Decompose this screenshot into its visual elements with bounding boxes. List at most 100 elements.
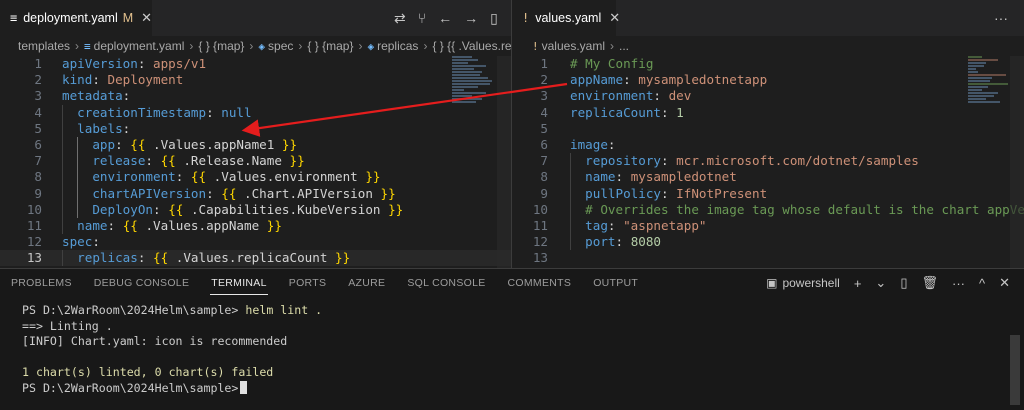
breadcrumb-item[interactable]: { } {map} bbox=[307, 39, 353, 53]
breadcrumb-item[interactable]: spec bbox=[268, 39, 293, 53]
code-line: 9 pullPolicy: IfNotPresent bbox=[540, 185, 768, 202]
code-line: 4 replicaCount: 1 bbox=[540, 104, 684, 120]
go-forward-icon[interactable]: → bbox=[464, 10, 478, 26]
code-line: 12 spec: bbox=[26, 234, 100, 250]
breadcrumb-item[interactable]: replicas bbox=[377, 39, 418, 53]
chevron-right-icon: › bbox=[189, 39, 194, 53]
go-back-icon[interactable]: ← bbox=[438, 10, 452, 26]
compare-icon[interactable]: ⇄ bbox=[394, 10, 406, 27]
bottom-panel: PROBLEMS DEBUG CONSOLE TERMINAL PORTS AZ… bbox=[0, 268, 1024, 410]
terminal-icon: ▣ bbox=[766, 276, 778, 290]
file-lines-icon: ≡ bbox=[84, 39, 91, 53]
close-icon[interactable]: ✕ bbox=[609, 10, 620, 26]
chevron-right-icon: › bbox=[358, 39, 363, 53]
editor-deployment[interactable]: ≡ deployment.yaml M ✕ ⇄ ⑂ ← → ▯ ··· temp… bbox=[0, 0, 512, 268]
editor-actions-right: ··· bbox=[994, 0, 1008, 36]
scrollbar-left[interactable] bbox=[497, 56, 511, 268]
chevron-right-icon: › bbox=[298, 39, 303, 53]
tab-debug-console[interactable]: DEBUG CONSOLE bbox=[83, 269, 201, 297]
tab-terminal[interactable]: TERMINAL bbox=[200, 269, 278, 297]
shell-name: powershell bbox=[782, 276, 840, 290]
code-line: 5 labels: bbox=[34, 120, 131, 137]
code-line: 1 # My Config bbox=[540, 56, 654, 71]
code-line: 7 repository: mcr.microsoft.com/dotnet/s… bbox=[540, 153, 919, 170]
chevron-down-icon[interactable]: ⌄ bbox=[875, 275, 886, 291]
panel-tabs: PROBLEMS DEBUG CONSOLE TERMINAL PORTS AZ… bbox=[0, 269, 649, 297]
editor-tabbar-left: ≡ deployment.yaml M ✕ ⇄ ⑂ ← → ▯ ··· bbox=[0, 0, 511, 36]
terminal-output[interactable]: PS D:\2WarRoom\2024Helm\sample> helm lin… bbox=[22, 303, 322, 397]
terminal-command: helm lint . bbox=[245, 303, 323, 317]
code-area-left[interactable]: 1 apiVersion: apps/v1 2 kind: Deployment 3… bbox=[0, 56, 511, 267]
breadcrumb-item[interactable]: ... bbox=[619, 39, 629, 53]
code-line: 8 name: mysampledotnet bbox=[540, 169, 737, 186]
chevron-right-icon: › bbox=[609, 39, 614, 53]
more-actions-icon[interactable]: ··· bbox=[952, 276, 965, 291]
exclamation-icon: ! bbox=[522, 11, 530, 25]
tab-ports[interactable]: PORTS bbox=[278, 269, 337, 297]
code-line-current: 13 replicas: {{ .Values.replicaCount }} bbox=[0, 250, 511, 267]
terminal-line: 1 chart(s) linted, 0 chart(s) failed bbox=[22, 365, 274, 380]
breadcrumb-item[interactable]: { } {{ .Values.rep bbox=[432, 39, 511, 53]
breadcrumb-item[interactable]: { } {map} bbox=[198, 39, 244, 53]
cube-icon: ◈ bbox=[367, 39, 375, 53]
tab-comments[interactable]: COMMENTS bbox=[497, 269, 583, 297]
editor-values[interactable]: ! values.yaml ✕ ··· ! values.yaml › ... … bbox=[512, 0, 1024, 268]
terminal-line: ==> Linting . bbox=[22, 318, 113, 333]
code-line: 2 kind: Deployment bbox=[34, 72, 184, 88]
chevron-right-icon: › bbox=[249, 39, 254, 53]
breadcrumb-item[interactable]: values.yaml bbox=[542, 39, 605, 53]
editor-tabbar-right: ! values.yaml ✕ ··· bbox=[512, 0, 1024, 36]
tab-azure[interactable]: AZURE bbox=[337, 269, 396, 297]
code-area-right[interactable]: 1 # My Config 2 appName: mysampledotnetapp… bbox=[512, 56, 1024, 266]
chevron-right-icon: › bbox=[75, 39, 80, 53]
add-terminal-icon[interactable]: + bbox=[854, 276, 862, 291]
tab-problems[interactable]: PROBLEMS bbox=[0, 269, 83, 297]
code-line: 11 name: {{ .Values.appName }} bbox=[26, 217, 282, 235]
code-line: 11 tag: "aspnetapp" bbox=[532, 217, 707, 235]
breadcrumb-item[interactable]: deployment.yaml bbox=[94, 39, 185, 53]
chevron-right-icon: › bbox=[423, 39, 428, 53]
tab-sql-console[interactable]: SQL CONSOLE bbox=[396, 269, 496, 297]
terminal-line: PS D:\2WarRoom\2024Helm\sample> helm lin… bbox=[22, 303, 322, 319]
code-line: 5 bbox=[540, 120, 548, 136]
code-line: 7 release: {{ .Release.Name }} bbox=[34, 153, 305, 170]
code-line: 6 image: bbox=[540, 136, 616, 152]
breadcrumb: ! values.yaml › ... bbox=[512, 36, 1024, 56]
minimap-right[interactable] bbox=[968, 56, 1014, 146]
maximize-panel-icon[interactable]: ^ bbox=[979, 276, 985, 291]
scrollbar-right[interactable] bbox=[1010, 56, 1024, 268]
tab-deployment-yaml[interactable]: ≡ deployment.yaml M ✕ bbox=[0, 0, 152, 36]
file-lines-icon: ≡ bbox=[10, 11, 18, 25]
close-panel-icon[interactable]: ✕ bbox=[999, 275, 1010, 291]
split-editor-icon[interactable]: ▯ bbox=[490, 10, 498, 27]
editor-actions-left: ⇄ ⑂ ← → ▯ ··· bbox=[394, 0, 511, 36]
exclamation-icon: ! bbox=[532, 39, 539, 53]
tab-title: values.yaml bbox=[535, 11, 602, 25]
code-line: 6 app: {{ .Values.appName1 }} bbox=[34, 136, 298, 154]
trash-icon[interactable]: 🗑 bbox=[921, 275, 938, 291]
code-line: 2 appName: mysampledotnetapp bbox=[540, 72, 768, 88]
tab-output[interactable]: OUTPUT bbox=[582, 269, 649, 297]
tab-title: deployment.yaml bbox=[23, 11, 118, 25]
breadcrumb-item[interactable]: templates bbox=[18, 39, 70, 53]
code-line: 4 creationTimestamp: null bbox=[34, 104, 252, 121]
terminal-prompt: PS D:\2WarRoom\2024Helm\sample> bbox=[22, 303, 239, 317]
code-line: 8 environment: {{ .Values.environment }} bbox=[34, 169, 381, 186]
split-terminal-icon[interactable]: ▯ bbox=[900, 275, 907, 291]
code-line: 3 metadata: bbox=[34, 88, 131, 104]
source-control-icon[interactable]: ⑂ bbox=[418, 10, 426, 26]
breadcrumb: templates › ≡ deployment.yaml › { } {map… bbox=[0, 36, 511, 56]
terminal-prompt: PS D:\2WarRoom\2024Helm\sample> bbox=[22, 380, 239, 395]
terminal-line: [INFO] Chart.yaml: icon is recommended bbox=[22, 334, 288, 349]
code-line: 1 apiVersion: apps/v1 bbox=[34, 56, 207, 71]
minimap-left[interactable] bbox=[452, 56, 498, 146]
terminal-scrollbar[interactable] bbox=[1010, 335, 1020, 405]
close-icon[interactable]: ✕ bbox=[141, 10, 152, 26]
terminal-selector[interactable]: ▣ powershell bbox=[766, 276, 840, 290]
cube-icon: ◈ bbox=[258, 39, 266, 53]
terminal-line: PS D:\2WarRoom\2024Helm\sample> bbox=[22, 380, 322, 397]
more-actions-icon[interactable]: ··· bbox=[994, 10, 1008, 26]
panel-actions: ▣ powershell + ⌄ ▯ 🗑 ··· ^ ✕ bbox=[766, 269, 1010, 297]
terminal-cursor bbox=[240, 380, 248, 394]
tab-values-yaml[interactable]: ! values.yaml ✕ bbox=[512, 0, 620, 36]
